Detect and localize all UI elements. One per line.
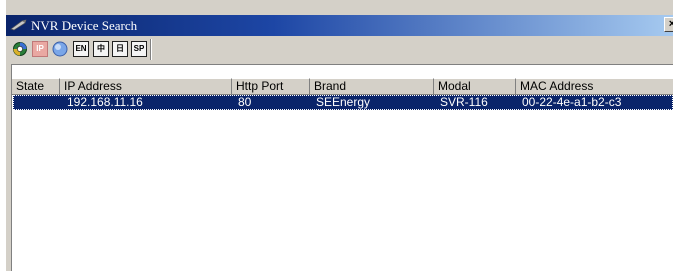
title-bar[interactable]: NVR Device Search × <box>6 15 673 36</box>
ip-icon[interactable]: IP <box>32 41 48 57</box>
http-port-cell: 80 <box>238 95 252 109</box>
toolbar: IP EN 中 日 SP <box>6 36 673 64</box>
brand-cell: SEEnergy <box>316 95 371 109</box>
modal-cell: SVR-116 <box>440 95 488 109</box>
column-header-mac-address[interactable]: MAC Address <box>516 78 673 95</box>
column-header-state[interactable]: State <box>12 78 60 95</box>
column-header-modal[interactable]: Modal <box>434 78 516 95</box>
table-row[interactable]: 192.168.11.16 80 SEEnergy SVR-116 00-22-… <box>13 95 673 110</box>
app-icon <box>10 19 27 31</box>
english-button[interactable]: EN <box>73 41 89 57</box>
close-icon[interactable]: × <box>664 17 673 32</box>
mac-address-cell: 00-22-4e-a1-b2-c3 <box>522 95 622 109</box>
ip-address-cell: 192.168.11.16 <box>67 95 143 109</box>
column-header-ip-address[interactable]: IP Address <box>60 78 232 95</box>
chinese-button[interactable]: 中 <box>93 41 109 57</box>
toolbar-separator <box>150 39 152 60</box>
window-title: NVR Device Search <box>31 18 138 33</box>
spanish-button[interactable]: SP <box>131 41 147 57</box>
japanese-button[interactable]: 日 <box>112 41 128 57</box>
gear-icon[interactable] <box>12 41 28 57</box>
column-header-http-port[interactable]: Http Port <box>232 78 310 95</box>
device-search-window: NVR Device Search × IP EN 中 日 SP State I… <box>5 0 673 271</box>
list-header: State IP Address Http Port Brand Modal M… <box>12 78 673 95</box>
device-list[interactable]: State IP Address Http Port Brand Modal M… <box>11 64 673 271</box>
column-header-brand[interactable]: Brand <box>310 78 434 95</box>
help-icon[interactable] <box>52 41 68 57</box>
